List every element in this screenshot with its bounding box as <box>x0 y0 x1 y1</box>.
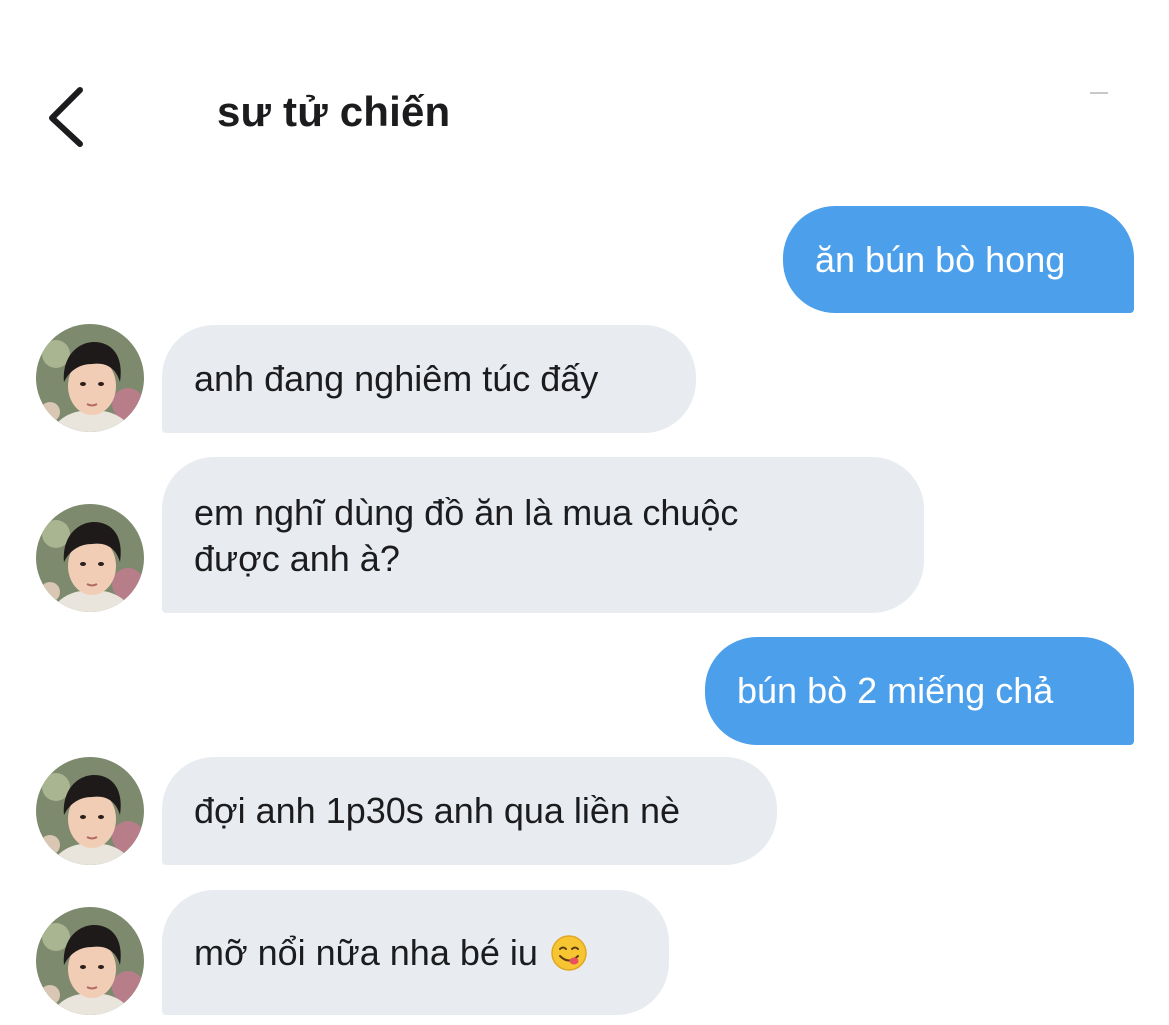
message-text-line: em nghĩ dùng đồ ăn là mua chuộc <box>194 492 739 533</box>
outgoing-message[interactable]: bún bò 2 miếng chả <box>705 637 1134 745</box>
avatar-photo-icon <box>36 757 144 865</box>
message-text: mỡ nổi nữa nha bé iu <box>194 931 538 973</box>
message-text: bún bò 2 miếng chả <box>737 670 1054 711</box>
message-thread: ăn bún bò hong anh đang nghiêm túc đấy e… <box>0 0 1169 1025</box>
message-text-line: được anh à? <box>194 538 400 579</box>
contact-avatar[interactable] <box>36 757 144 865</box>
incoming-message[interactable]: mỡ nổi nữa nha bé iu 😋 <box>162 890 669 1015</box>
incoming-message[interactable]: anh đang nghiêm túc đấy <box>162 325 696 433</box>
avatar-photo-icon <box>36 907 144 1015</box>
avatar-photo-icon <box>36 504 144 612</box>
contact-avatar[interactable] <box>36 324 144 432</box>
message-text: anh đang nghiêm túc đấy <box>194 358 599 399</box>
incoming-message[interactable]: em nghĩ dùng đồ ăn là mua chuộc được anh… <box>162 457 924 613</box>
avatar-photo-icon <box>36 324 144 432</box>
message-text: ăn bún bò hong <box>815 238 1066 280</box>
message-text: đợi anh 1p30s anh qua liền nè <box>194 790 680 831</box>
contact-avatar[interactable] <box>36 504 144 612</box>
contact-avatar[interactable] <box>36 907 144 1015</box>
yum-face-emoji-icon <box>551 934 587 971</box>
outgoing-message[interactable]: ăn bún bò hong <box>783 206 1134 313</box>
incoming-message[interactable]: đợi anh 1p30s anh qua liền nè <box>162 757 777 865</box>
